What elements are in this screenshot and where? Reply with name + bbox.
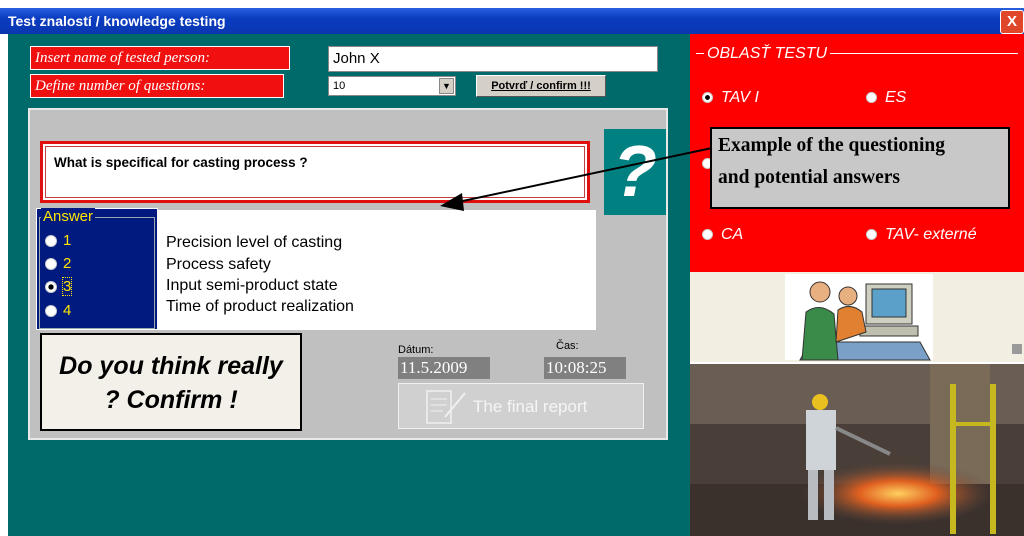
- radio-icon[interactable]: [45, 258, 57, 271]
- count-value: 10: [333, 80, 346, 92]
- count-select[interactable]: 10 ▼: [328, 76, 456, 96]
- test-area-option-tav1[interactable]: TAV I: [702, 89, 759, 107]
- confirm-count-button[interactable]: Potvrď / confirm !!!: [476, 75, 606, 97]
- answer-text-1: Precision level of casting: [166, 234, 343, 251]
- count-label: Define number of questions:: [30, 74, 284, 98]
- question-text: What is specifical for casting process ?: [54, 155, 308, 170]
- answer-text-4: Time of product realization: [166, 298, 354, 315]
- annotation-line1: Example of the questioning: [718, 135, 945, 156]
- final-report-label: The final report: [473, 397, 588, 416]
- radio-icon[interactable]: [45, 235, 57, 248]
- radio-selected-icon[interactable]: [45, 281, 57, 294]
- answers-list: Precision level of casting Process safet…: [158, 210, 596, 330]
- annotation-line2: and potential answers: [718, 167, 901, 188]
- test-area-option-label: TAV I: [721, 89, 759, 106]
- test-area-option-label: CA: [721, 226, 744, 243]
- computer-users-icon: [785, 274, 933, 361]
- confirm-answer-line1: Do you think really: [59, 352, 283, 380]
- answer-option-3[interactable]: 3: [45, 277, 73, 297]
- foundry-photo-image: [690, 364, 1024, 536]
- radio-icon[interactable]: [702, 229, 713, 241]
- clipart-area: [690, 272, 1024, 362]
- final-report-button[interactable]: The final report: [398, 383, 644, 429]
- foundry-photo: [690, 364, 1024, 536]
- date-field: 11.5.2009: [398, 357, 490, 379]
- name-label: Insert name of tested person:: [30, 46, 290, 70]
- scroll-arrow-icon[interactable]: [1012, 344, 1022, 354]
- radio-icon[interactable]: [45, 305, 57, 318]
- answer-legend: Answer: [41, 208, 96, 225]
- question-box: What is specifical for casting process ?: [40, 141, 590, 203]
- confirm-answer-line2: ? Confirm !: [104, 386, 238, 414]
- chevron-down-icon[interactable]: ▼: [439, 78, 454, 94]
- time-field: 10:08:25: [544, 357, 626, 379]
- date-label: Dátum:: [398, 344, 434, 356]
- radio-selected-icon[interactable]: [702, 92, 713, 104]
- answer-option-4[interactable]: 4: [45, 301, 71, 321]
- test-area-option-label: TAV- externé: [885, 226, 977, 243]
- title-bar: Test znalostí / knowledge testing X: [0, 8, 1024, 34]
- answer-option-2[interactable]: 2: [45, 254, 71, 274]
- radio-icon[interactable]: [866, 92, 877, 104]
- radio-icon[interactable]: [866, 229, 877, 241]
- confirm-count-label: Potvrď / confirm !!!: [491, 80, 591, 92]
- answer-option-label: 2: [63, 255, 72, 272]
- answer-option-label: 3: [61, 277, 73, 296]
- close-button[interactable]: X: [1000, 10, 1024, 34]
- test-area-option-ca[interactable]: CA: [702, 226, 743, 244]
- confirm-answer-button[interactable]: Do you think really ? Confirm !: [40, 333, 302, 431]
- answer-group: Answer 1 2 3 4: [36, 208, 158, 330]
- name-input[interactable]: John X: [328, 46, 658, 72]
- answer-option-1[interactable]: 1: [45, 231, 71, 251]
- document-icon: [426, 390, 466, 424]
- answer-text-2: Process safety: [166, 256, 271, 273]
- test-area-option-tav-externe[interactable]: TAV- externé: [866, 226, 977, 244]
- test-area-option-es[interactable]: ES: [866, 89, 906, 107]
- answer-option-label: 4: [63, 302, 72, 319]
- test-area-legend: OBLASŤ TESTU: [704, 45, 831, 63]
- question-mark-icon: ?: [604, 129, 666, 215]
- answer-text-3: Input semi-product state: [166, 277, 338, 294]
- time-label: Čas:: [556, 340, 579, 352]
- annotation-callout: Example of the questioning and potential…: [710, 127, 1010, 209]
- window-title: Test znalostí / knowledge testing: [8, 13, 226, 29]
- answer-option-label: 1: [63, 232, 72, 249]
- test-area-option-label: ES: [885, 89, 907, 106]
